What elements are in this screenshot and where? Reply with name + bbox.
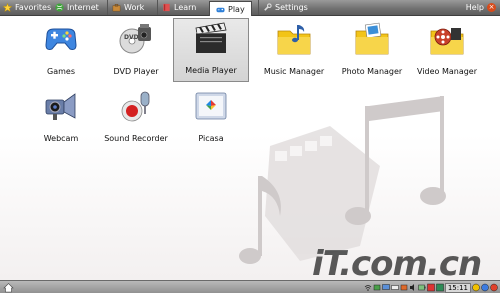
app-media-player[interactable]: Media Player [173,18,249,82]
watermark: iT.com.cn [312,244,482,280]
app-picasa[interactable]: Picasa [173,86,249,150]
webcam-icon [45,93,76,120]
battery-icon[interactable] [418,283,426,292]
briefcase-icon [112,4,121,12]
tab-internet[interactable]: Internet [55,0,99,15]
gamepad-icon [45,28,77,50]
home-icon[interactable] [3,282,14,293]
app-grid: Games DVD DVD Player Media Player Music … [0,16,500,280]
network-icon[interactable] [373,283,381,292]
app-games[interactable]: Games [23,19,99,83]
tools-icon[interactable] [481,283,489,292]
display-icon[interactable] [382,283,390,292]
app-sound-recorder[interactable]: Sound Recorder [98,86,174,150]
microphone-icon [121,91,150,122]
notes-icon[interactable] [436,283,444,292]
tab-play[interactable]: Play [209,1,252,16]
picasa-icon [195,92,227,120]
tab-favorites[interactable]: Favorites [3,0,51,15]
system-tray: 15:11 [364,282,498,293]
clapperboard-icon [195,22,227,53]
keyboard-icon[interactable] [391,283,399,292]
globe-icon [55,3,64,12]
app-photo-manager[interactable]: Photo Manager [334,19,410,83]
tab-bar: Favorites Internet Work Learn Play Setti… [0,0,500,16]
language-icon[interactable] [427,283,435,292]
dvd-camera-icon: DVD [119,24,151,54]
volume-icon[interactable] [409,283,417,292]
book-icon [163,3,170,12]
tab-work[interactable]: Work [107,0,144,15]
eeepc-launcher: Favorites Internet Work Learn Play Setti… [0,0,500,293]
tab-settings[interactable]: Settings [258,0,308,15]
info-icon[interactable] [472,283,480,292]
music-folder-icon [277,25,311,55]
app-webcam[interactable]: Webcam [23,86,99,150]
power-icon[interactable] [490,283,498,292]
photo-folder-icon [355,22,389,55]
usb-icon[interactable] [400,283,408,292]
close-icon[interactable]: × [487,3,496,12]
video-folder-icon [430,28,464,55]
svg-text:DVD: DVD [124,34,139,41]
gamepad-icon [216,7,225,12]
app-video-manager[interactable]: Video Manager [409,19,485,83]
clock[interactable]: 15:11 [444,282,471,293]
wifi-icon[interactable] [364,283,372,292]
help-button[interactable]: Help × [466,0,496,15]
app-dvd-player[interactable]: DVD DVD Player [98,19,174,83]
tab-learn[interactable]: Learn [157,0,196,15]
app-music-manager[interactable]: Music Manager [256,19,332,83]
taskbar: 15:11 [0,280,500,293]
wrench-icon [264,3,272,11]
star-icon [3,3,12,12]
